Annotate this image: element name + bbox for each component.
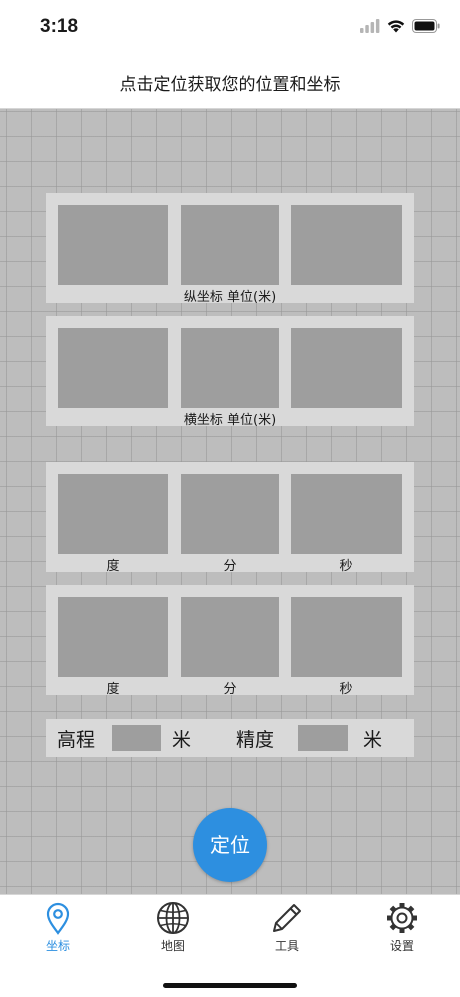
tab-tools[interactable]: 工具 (252, 901, 322, 954)
tab-map-label: 地图 (160, 939, 185, 953)
longitude-seconds-field[interactable] (291, 597, 402, 677)
latitude-degrees-field[interactable] (58, 474, 168, 554)
longitude-seconds-label: 秒 (339, 682, 353, 697)
easting-field-2[interactable] (181, 328, 279, 408)
pencil-icon (273, 904, 301, 932)
latitude-minutes-field[interactable] (181, 474, 279, 554)
northing-caption: 纵坐标 单位(米) (183, 290, 277, 305)
elevation-field[interactable] (112, 725, 161, 751)
accuracy-label: 精度 (236, 729, 275, 751)
longitude-minutes-field[interactable] (181, 597, 279, 677)
northing-field-3[interactable] (291, 205, 402, 285)
gear-icon (387, 903, 417, 933)
easting-panel: 横坐标 单位(米) (46, 316, 414, 428)
accuracy-field[interactable] (298, 725, 348, 751)
elevation-unit: 米 (172, 729, 192, 751)
longitude-dms-panel: 度 分 秒 (46, 585, 414, 697)
header-bar: 点击定位获取您的位置和坐标 (0, 56, 460, 109)
tab-bar: 坐标 地图 工具 设置 (0, 894, 460, 997)
northing-field-2[interactable] (181, 205, 279, 285)
tab-tools-label: 工具 (274, 939, 299, 953)
status-time: 3:18 (40, 16, 79, 37)
latitude-seconds-label: 秒 (339, 559, 353, 574)
tab-settings-label: 设置 (389, 939, 414, 953)
locate-button[interactable]: 定位 (193, 808, 267, 882)
status-icons (360, 19, 440, 33)
location-pin-icon (46, 902, 70, 935)
page-title: 点击定位获取您的位置和坐标 (119, 75, 341, 95)
elevation-panel: 高程 米 精度 米 (46, 719, 414, 757)
tab-coordinates[interactable]: 坐标 (23, 901, 93, 954)
northing-field-1[interactable] (58, 205, 168, 285)
latitude-minutes-label: 分 (223, 559, 237, 574)
content-area: 纵坐标 单位(米) 横坐标 单位(米) 度 分 秒 度 分 秒 (0, 109, 460, 894)
longitude-degrees-field[interactable] (58, 597, 168, 677)
tab-map[interactable]: 地图 (138, 901, 208, 954)
wifi-icon (387, 20, 405, 33)
longitude-minutes-label: 分 (223, 682, 237, 697)
tab-settings[interactable]: 设置 (367, 901, 437, 954)
longitude-degrees-label: 度 (106, 682, 120, 697)
easting-field-3[interactable] (291, 328, 402, 408)
northing-panel: 纵坐标 单位(米) (46, 193, 414, 305)
globe-icon (157, 902, 189, 934)
cellular-signal-icon (360, 19, 380, 33)
latitude-dms-panel: 度 分 秒 (46, 462, 414, 574)
latitude-seconds-field[interactable] (291, 474, 402, 554)
home-indicator[interactable] (163, 983, 297, 988)
elevation-label: 高程 (57, 729, 96, 751)
easting-caption: 横坐标 单位(米) (183, 413, 277, 428)
accuracy-unit: 米 (363, 729, 383, 751)
battery-icon (412, 19, 440, 33)
tab-coordinates-label: 坐标 (45, 939, 70, 953)
latitude-degrees-label: 度 (106, 559, 120, 574)
easting-field-1[interactable] (58, 328, 168, 408)
status-bar: 3:18 (0, 0, 460, 56)
